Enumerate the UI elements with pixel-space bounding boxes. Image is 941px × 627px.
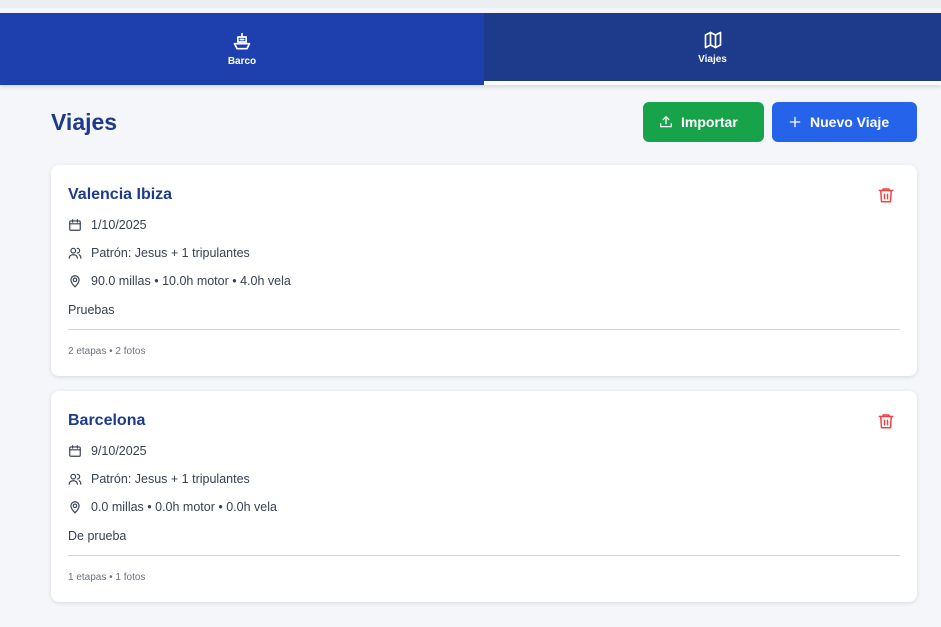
- map-icon: [704, 31, 721, 48]
- trip-date: 9/10/2025: [91, 444, 147, 458]
- trip-card[interactable]: Barcelona 9/10/2025 Patrón: Jesus + 1 tr…: [51, 391, 917, 602]
- trip-notes: Pruebas: [68, 303, 115, 317]
- trip-stats-row: 0.0 millas • 0.0h motor • 0.0h vela: [68, 500, 277, 514]
- trip-stats-row: 90.0 millas • 10.0h motor • 4.0h vela: [68, 274, 291, 288]
- trip-footer: 1 etapas • 1 fotos: [68, 572, 146, 583]
- tab-viajes-label: Viajes: [698, 53, 727, 65]
- trip-title: Valencia Ibiza: [68, 186, 173, 203]
- page-title: Viajes: [51, 108, 118, 135]
- trip-stats: 90.0 millas • 10.0h motor • 4.0h vela: [91, 274, 291, 288]
- trip-crew: Patrón: Jesus + 1 tripulantes: [91, 246, 250, 260]
- sailboat-icon: [233, 32, 251, 50]
- location-pin-icon: [70, 275, 80, 288]
- trip-footer: 2 etapas • 2 fotos: [68, 346, 146, 357]
- trip-date-row: 9/10/2025: [68, 444, 147, 458]
- trip-crew-row: Patrón: Jesus + 1 tripulantes: [68, 246, 250, 260]
- trash-icon[interactable]: [877, 185, 895, 205]
- header-actions: Importar Nuevo Viaje: [643, 102, 917, 142]
- trip-card[interactable]: Valencia Ibiza 1/10/2025 Patrón: Jesus +…: [51, 165, 917, 376]
- new-trip-button[interactable]: Nuevo Viaje: [772, 102, 917, 142]
- import-button-label: Importar: [681, 114, 738, 130]
- import-button[interactable]: Importar: [643, 102, 764, 142]
- tab-barco-label: Barco: [227, 55, 257, 67]
- top-strip: [0, 0, 941, 8]
- plus-icon: [789, 116, 801, 128]
- page-header: Viajes Importar Nuevo Viaje: [51, 101, 917, 143]
- tab-viajes[interactable]: Viajes: [484, 13, 941, 85]
- calendar-icon: [69, 445, 81, 457]
- trip-crew-row: Patrón: Jesus + 1 tripulantes: [68, 472, 250, 486]
- location-pin-icon: [70, 501, 80, 514]
- trip-date-row: 1/10/2025: [68, 218, 147, 232]
- card-divider: [68, 555, 900, 556]
- calendar-icon: [69, 219, 81, 231]
- trip-stats: 0.0 millas • 0.0h motor • 0.0h vela: [91, 500, 277, 514]
- trip-notes: De prueba: [68, 529, 127, 543]
- users-icon: [68, 247, 82, 259]
- trash-icon[interactable]: [877, 411, 895, 431]
- upload-icon: [660, 116, 672, 128]
- trip-title: Barcelona: [68, 412, 146, 429]
- tab-bar: Barco Viajes: [0, 13, 941, 85]
- new-trip-button-label: Nuevo Viaje: [810, 114, 890, 130]
- trip-crew: Patrón: Jesus + 1 tripulantes: [91, 472, 250, 486]
- trip-date: 1/10/2025: [91, 218, 147, 232]
- users-icon: [68, 473, 82, 485]
- tab-barco[interactable]: Barco: [0, 13, 484, 85]
- card-divider: [68, 329, 900, 330]
